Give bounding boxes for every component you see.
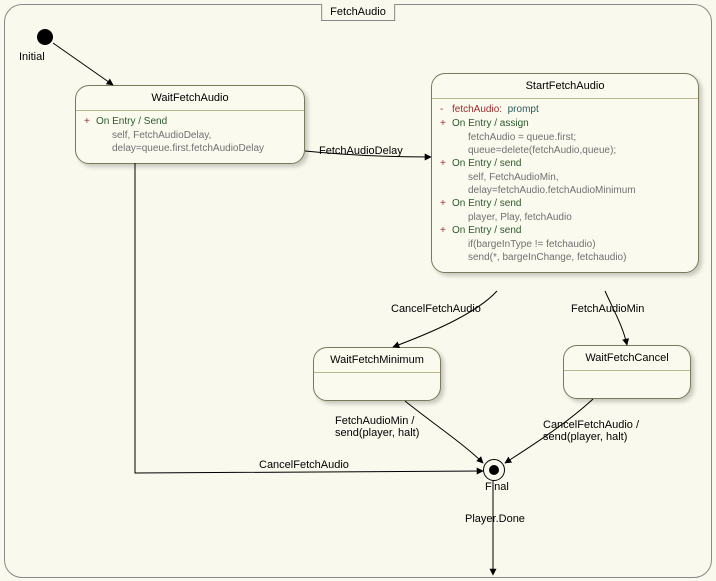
state-wait-fetch-minimum: WaitFetchMinimum (313, 347, 441, 401)
transition-label: CancelFetchAudio (391, 303, 481, 315)
entry-sub: self, FetchAudioDelay, delay=queue.first… (84, 129, 296, 155)
transition-label: FetchAudioMin (571, 303, 644, 315)
entry-label: On Entry / assign (452, 117, 529, 131)
entry-sub: player, Play, fetchAudio (440, 211, 690, 224)
final-state (483, 459, 505, 481)
initial-state (37, 29, 53, 45)
initial-label: Initial (19, 51, 45, 63)
state-title: WaitFetchCancel (564, 346, 690, 371)
transition-label: CancelFetchAudio (259, 459, 349, 471)
entry-label: On Entry / send (452, 157, 521, 171)
composite-title: FetchAudio (321, 4, 395, 21)
entry-sub: fetchAudio = queue.first; queue=delete(f… (440, 131, 690, 157)
state-start-fetch-audio: StartFetchAudio - fetchAudio: prompt +On… (431, 73, 699, 273)
transition-label: Player.Done (465, 513, 525, 525)
attr-name: fetchAudio: (452, 104, 502, 115)
state-body: +On Entry / Send self, FetchAudioDelay, … (76, 111, 304, 163)
state-title: WaitFetchAudio (76, 86, 304, 111)
state-wait-fetch-cancel: WaitFetchCancel (563, 345, 691, 399)
transition-label: CancelFetchAudio / send(player, halt) (543, 419, 639, 443)
transition-label: FetchAudioMin / send(player, halt) (335, 415, 419, 439)
entry-label: On Entry / send (452, 224, 521, 238)
state-title: StartFetchAudio (432, 74, 698, 99)
state-body: - fetchAudio: prompt +On Entry / assign … (432, 99, 698, 272)
entry-label: On Entry / Send (96, 115, 167, 129)
entry-label: On Entry / send (452, 197, 521, 211)
attr-type: prompt (508, 104, 539, 115)
state-wait-fetch-audio: WaitFetchAudio +On Entry / Send self, Fe… (75, 85, 305, 164)
transition-label: FetchAudioDelay (319, 145, 403, 157)
final-label: Final (485, 481, 509, 493)
state-title: WaitFetchMinimum (314, 348, 440, 373)
composite-state-fetchaudio: FetchAudio Initial WaitFetchAudio +On En… (4, 4, 712, 578)
entry-sub: self, FetchAudioMin, delay=fetchAudio.fe… (440, 171, 690, 197)
entry-sub: if(bargeInType != fetchaudio) send(*, ba… (440, 238, 690, 264)
